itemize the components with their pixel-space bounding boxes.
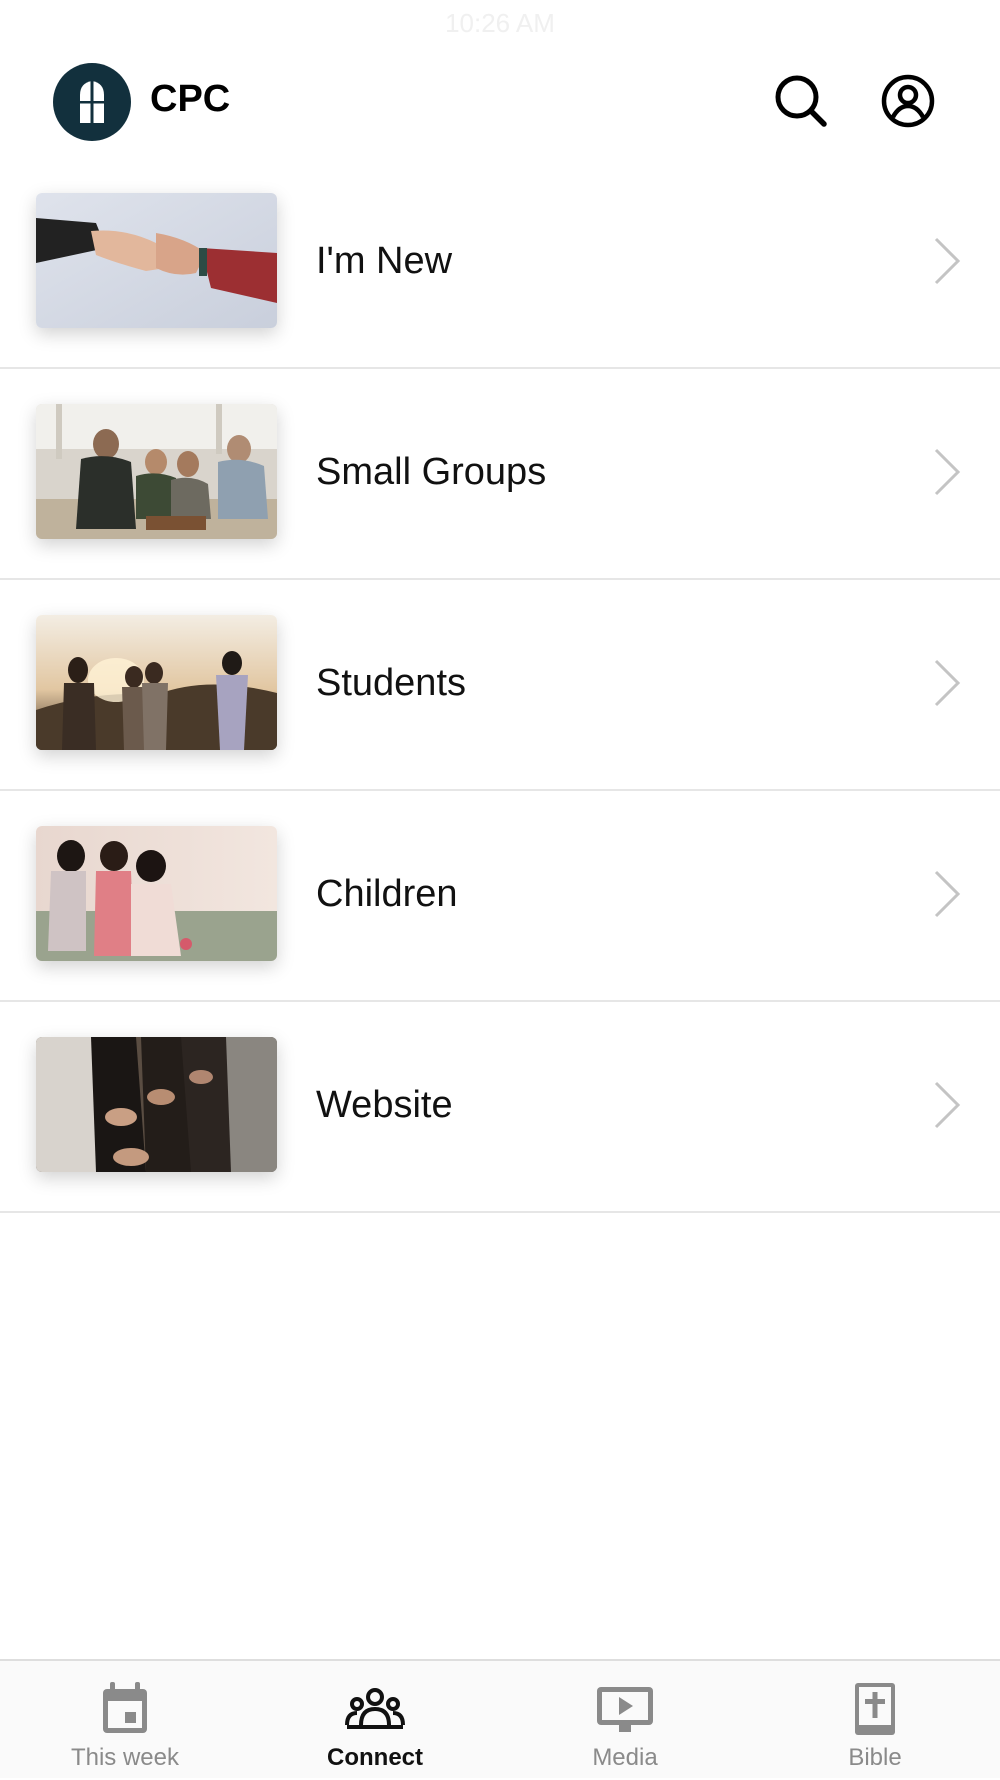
- brand-name: CPC: [150, 78, 231, 120]
- bible-cross-icon: [855, 1683, 895, 1735]
- connect-item-label: Students: [316, 662, 466, 704]
- tab-this-week[interactable]: This week: [0, 1661, 250, 1780]
- connect-item-website[interactable]: Website: [0, 1002, 1000, 1213]
- search-icon: [775, 75, 827, 127]
- chevron-right-icon: [934, 659, 961, 707]
- people-group-icon: [345, 1688, 405, 1729]
- connect-item-label: Website: [316, 1084, 453, 1126]
- status-time: 10:26 AM: [445, 8, 555, 38]
- connect-list: I'm New Small Groups Students Children W…: [0, 158, 1000, 1213]
- church-door-icon: [80, 81, 104, 123]
- profile-button[interactable]: [879, 72, 937, 130]
- connect-item-small-groups[interactable]: Small Groups: [0, 369, 1000, 580]
- worship-hands-photo: [36, 1037, 277, 1172]
- connect-item-children[interactable]: Children: [0, 791, 1000, 1002]
- tab-label: Bible: [848, 1744, 902, 1771]
- play-screen-icon: [597, 1687, 653, 1732]
- connect-item-students[interactable]: Students: [0, 580, 1000, 791]
- sunset-friends-photo: [36, 615, 277, 750]
- tab-label: Media: [592, 1744, 658, 1771]
- tab-bible[interactable]: Bible: [750, 1661, 1000, 1780]
- chevron-right-icon: [934, 1081, 961, 1129]
- tab-connect[interactable]: Connect: [250, 1661, 500, 1780]
- app-header: CPC: [0, 60, 1000, 141]
- bottom-tab-bar: This week Connect Media Bible: [0, 1659, 1000, 1778]
- account-circle-icon: [881, 74, 935, 128]
- connect-item-label: I'm New: [316, 240, 453, 282]
- connect-item-label: Children: [316, 873, 458, 915]
- chevron-right-icon: [934, 448, 961, 496]
- chevron-right-icon: [934, 870, 961, 918]
- church-logo[interactable]: [53, 63, 131, 141]
- tab-label: Connect: [327, 1744, 423, 1771]
- handshake-photo: [36, 193, 277, 328]
- group-sitting-photo: [36, 404, 277, 539]
- tab-label: This week: [70, 1744, 180, 1771]
- connect-item-im-new[interactable]: I'm New: [0, 158, 1000, 369]
- connect-item-label: Small Groups: [316, 451, 547, 493]
- calendar-icon: [103, 1682, 147, 1733]
- tab-media[interactable]: Media: [500, 1661, 750, 1780]
- search-button[interactable]: [772, 72, 830, 130]
- kids-outdoors-photo: [36, 826, 277, 961]
- chevron-right-icon: [934, 237, 961, 285]
